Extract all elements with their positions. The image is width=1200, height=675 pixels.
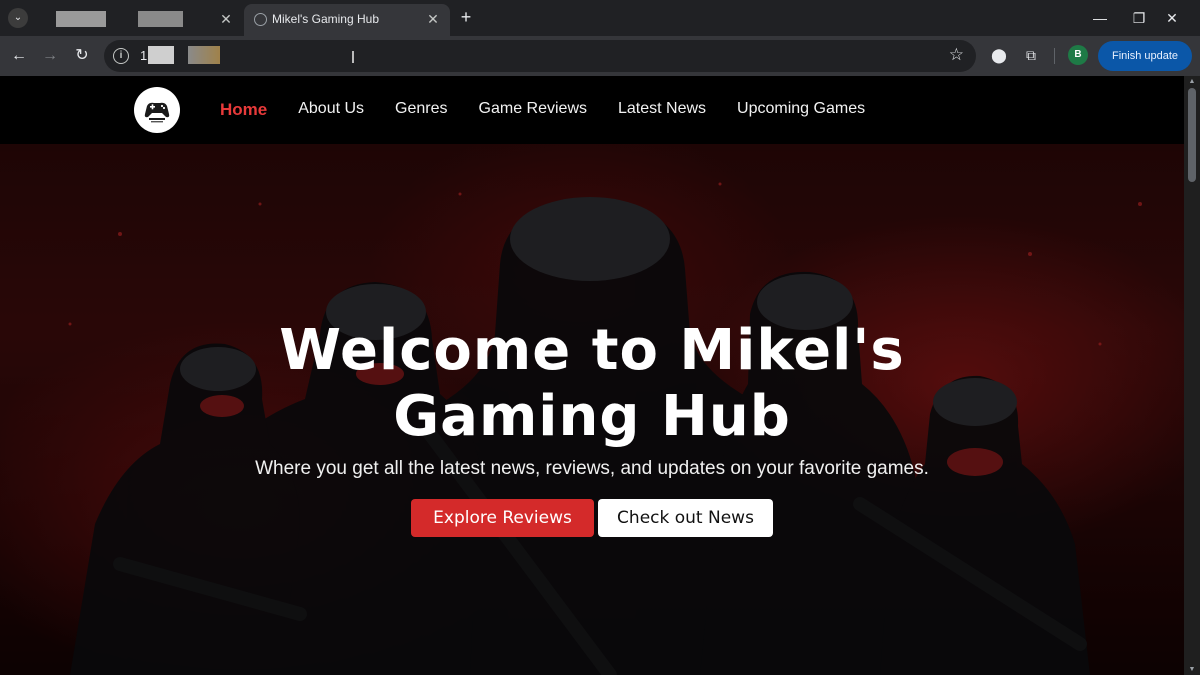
forward-icon[interactable]: → <box>38 44 62 68</box>
tab-title: Mikel's Gaming Hub <box>272 12 379 26</box>
blurred-tab-content <box>56 11 106 27</box>
restore-icon[interactable]: ❐ <box>1127 6 1151 30</box>
blurred-url-segment <box>148 46 174 64</box>
browser-toolbar: ← → ↻ i 1 ☆ ⬤ ⧉ B Finish update <box>0 36 1200 76</box>
nav-link-game-reviews[interactable]: Game Reviews <box>479 100 587 120</box>
site-info-icon[interactable]: i <box>113 48 129 64</box>
browser-tab-strip: ⌄ ✕ Mikel's Gaming Hub ✕ + — ❐ ✕ <box>0 0 1200 36</box>
extension-icon[interactable]: ⬤ <box>988 44 1010 66</box>
nav-link-latest-news[interactable]: Latest News <box>618 100 706 120</box>
close-window-icon[interactable]: ✕ <box>1160 6 1184 30</box>
puzzle-extensions-icon[interactable]: ⧉ <box>1020 44 1042 66</box>
bookmark-star-icon[interactable]: ☆ <box>949 45 964 65</box>
nav-link-home[interactable]: Home <box>220 100 267 120</box>
globe-icon <box>254 13 267 26</box>
profile-avatar[interactable]: B <box>1068 45 1088 65</box>
back-icon[interactable]: ← <box>7 44 31 68</box>
page-scrollbar[interactable]: ▲ ▼ <box>1184 76 1200 675</box>
address-bar[interactable]: i 1 ☆ <box>104 40 976 72</box>
scroll-down-icon[interactable]: ▼ <box>1188 666 1196 673</box>
blurred-url-segment <box>188 46 220 64</box>
nav-link-upcoming-games[interactable]: Upcoming Games <box>737 100 865 120</box>
minimize-icon[interactable]: — <box>1088 6 1112 30</box>
close-tab-icon[interactable]: ✕ <box>217 10 235 28</box>
scroll-up-icon[interactable]: ▲ <box>1188 78 1196 85</box>
explore-reviews-button[interactable]: Explore Reviews <box>411 499 594 537</box>
hero-title: Welcome to Mikel's Gaming Hub <box>279 318 905 449</box>
reload-icon[interactable]: ↻ <box>70 44 94 68</box>
scrollbar-thumb[interactable] <box>1188 88 1196 182</box>
blurred-url-segment <box>352 51 354 63</box>
hero-subtitle: Where you get all the latest news, revie… <box>255 458 929 479</box>
address-url[interactable]: 1 <box>140 48 147 63</box>
hero-section: Welcome to Mikel's Gaming Hub Where you … <box>0 144 1184 675</box>
check-out-news-button[interactable]: Check out News <box>598 499 773 537</box>
tab-search-icon[interactable]: ⌄ <box>8 8 28 28</box>
close-tab-icon[interactable]: ✕ <box>424 10 442 28</box>
site-logo[interactable] <box>134 87 180 133</box>
nav-link-genres[interactable]: Genres <box>395 100 447 120</box>
finish-update-button[interactable]: Finish update <box>1098 41 1192 71</box>
page-viewport: Home About Us Genres Game Reviews Latest… <box>0 76 1184 675</box>
new-tab-icon[interactable]: + <box>456 7 476 27</box>
site-navbar: Home About Us Genres Game Reviews Latest… <box>0 76 1184 144</box>
main-nav: Home About Us Genres Game Reviews Latest… <box>220 100 896 120</box>
browser-tab-inactive[interactable]: ✕ <box>38 4 243 36</box>
nav-link-about-us[interactable]: About Us <box>298 100 364 120</box>
browser-tab-active[interactable]: Mikel's Gaming Hub ✕ <box>244 4 450 36</box>
blurred-tab-content <box>138 11 183 27</box>
toolbar-divider <box>1054 48 1055 64</box>
gamepad-icon <box>144 102 170 123</box>
